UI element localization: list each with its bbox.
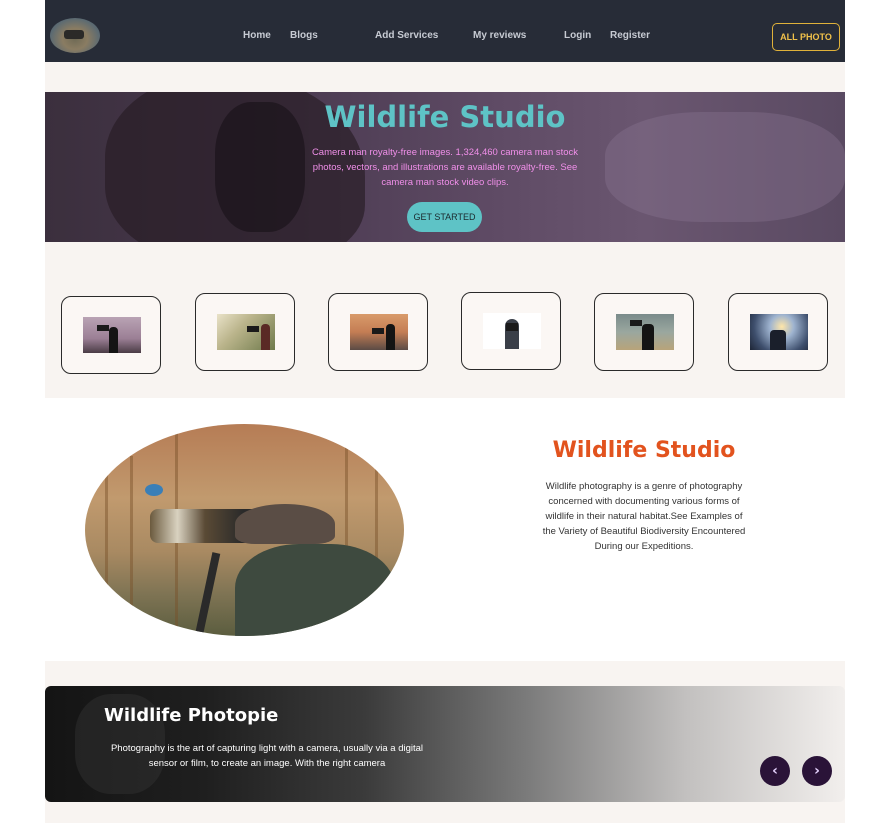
navbar: Home Blogs Add Services My reviews Login… <box>45 0 845 62</box>
hero-description: Camera man royalty-free images. 1,324,46… <box>311 147 579 188</box>
hero-banner: Wildlife Studio Camera man royalty-free … <box>45 92 845 242</box>
gallery-photo-cameraman-5 <box>616 314 674 350</box>
tripod <box>193 552 221 636</box>
gallery-photo-cameraman-2 <box>217 314 275 350</box>
gallery-card[interactable] <box>728 293 828 371</box>
gallery-card[interactable] <box>461 292 561 370</box>
nav-link-login[interactable]: Login <box>564 30 591 41</box>
hero-title: Wildlife Studio <box>324 100 566 134</box>
banner-description: Photography is the art of capturing ligh… <box>110 743 424 769</box>
gallery-photo-cameraman-6 <box>750 314 808 350</box>
all-photo-button[interactable]: ALL PHOTO <box>772 23 840 51</box>
about-photo-wildlife-photographer <box>85 424 404 636</box>
gallery-photo-cameraman-4 <box>483 313 541 349</box>
spacer-strip <box>45 62 845 92</box>
carousel-next-button[interactable]: › <box>802 756 832 786</box>
gallery-card[interactable] <box>328 293 428 371</box>
nav-link-blogs[interactable]: Blogs <box>290 30 318 41</box>
nav-link-home[interactable]: Home <box>243 30 271 41</box>
photopie-banner: Wildlife Photopie Photography is the art… <box>45 686 845 802</box>
nav-link-register[interactable]: Register <box>610 30 650 41</box>
gallery-card[interactable] <box>594 293 694 371</box>
chevron-left-icon: ‹ <box>772 763 778 779</box>
about-description: Wildlife photography is a genre of photo… <box>542 481 746 552</box>
nav-link-my-reviews[interactable]: My reviews <box>473 30 526 41</box>
nav-link-add-services[interactable]: Add Services <box>375 30 438 41</box>
gallery-card[interactable] <box>61 296 161 374</box>
photographer-body <box>235 544 395 636</box>
get-started-button[interactable]: GET STARTED <box>407 202 482 232</box>
page: Home Blogs Add Services My reviews Login… <box>0 0 889 823</box>
photo-gallery <box>45 242 845 398</box>
banner-title: Wildlife Photopie <box>104 705 279 726</box>
photographer-hat <box>235 504 335 544</box>
carousel-prev-button[interactable]: ‹ <box>760 756 790 786</box>
gallery-card[interactable] <box>195 293 295 371</box>
about-title: Wildlife Studio <box>552 438 736 463</box>
chevron-right-icon: › <box>814 763 820 779</box>
kingfisher-bird <box>145 484 163 496</box>
gallery-photo-cameraman-3 <box>350 314 408 350</box>
site-logo[interactable] <box>50 18 100 53</box>
gallery-photo-cameraman-1 <box>83 317 141 353</box>
